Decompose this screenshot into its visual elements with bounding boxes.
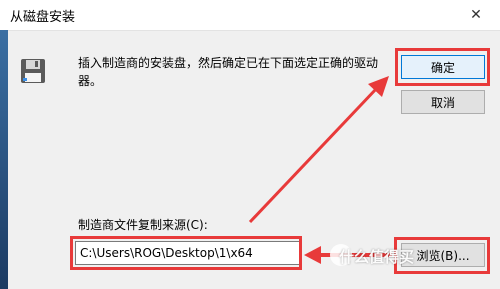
close-button[interactable]: ✕ bbox=[456, 0, 496, 30]
instruction-text: 插入制造商的安装盘，然后确定已在下面选定正确的驱动器。 bbox=[78, 56, 379, 88]
ok-button-highlight bbox=[395, 48, 490, 86]
path-input-highlight bbox=[70, 236, 302, 270]
install-from-disk-dialog: 从磁盘安装 ✕ 插入制造商的安装盘，然后确定已在下面选定正确的驱动器。 确定 取… bbox=[0, 0, 500, 289]
arrow-to-ok-line bbox=[248, 86, 379, 224]
window-title: 从磁盘安装 bbox=[10, 10, 76, 25]
source-label: 制造商文件复制来源(C): bbox=[78, 218, 208, 232]
arrow-to-path-head bbox=[304, 246, 321, 264]
title-bar: 从磁盘安装 ✕ bbox=[0, 0, 500, 31]
floppy-disk-icon bbox=[21, 59, 45, 83]
close-icon: ✕ bbox=[470, 7, 482, 23]
watermark-text: 什么值得买 bbox=[339, 248, 415, 266]
background-window-edge bbox=[0, 30, 8, 289]
cancel-button[interactable]: 取消 bbox=[401, 90, 485, 114]
